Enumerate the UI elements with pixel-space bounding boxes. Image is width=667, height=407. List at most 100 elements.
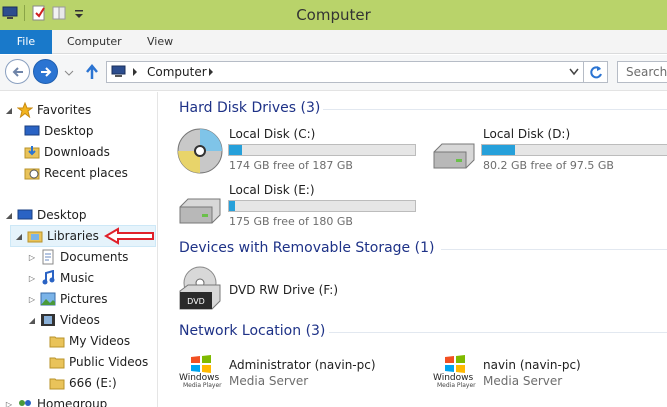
libraries-folder-icon	[27, 228, 43, 244]
arrow-right-icon	[40, 66, 51, 77]
drive-c-usage-bar	[228, 144, 416, 156]
nav-music[interactable]: ▷ Music	[27, 268, 94, 288]
drive-f-name: DVD RW Drive (F:)	[229, 283, 339, 297]
nav-videos[interactable]: ◢ Videos	[27, 310, 100, 330]
nav-music-label: Music	[60, 271, 95, 285]
refresh-icon	[590, 66, 602, 79]
navigation-pane: ◢ Favorites Desktop Downloads Recent pla…	[0, 92, 158, 407]
chevron-down-icon	[64, 70, 74, 76]
wmp-logo-line2: Media Player	[183, 382, 222, 389]
recent-locations-dropdown[interactable]	[64, 67, 74, 81]
nav-documents-label: Documents	[60, 250, 129, 264]
nav-desktop-favorite-label: Desktop	[44, 124, 94, 138]
network-item-administrator-name: Administrator (navin-pc)	[229, 358, 376, 372]
nav-favorites[interactable]: ◢ Favorites	[4, 100, 91, 120]
drive-e-name: Local Disk (E:)	[229, 183, 315, 197]
ribbon-tabs: File Computer View	[0, 30, 667, 54]
breadcrumb-chevron-icon[interactable]	[132, 68, 138, 76]
hard-disk-system-icon	[176, 127, 224, 175]
tab-view[interactable]: View	[147, 30, 173, 54]
tab-file[interactable]: File	[0, 30, 52, 54]
nav-pictures-label: Pictures	[60, 292, 108, 306]
arrow-up-icon	[86, 64, 98, 79]
expand-arrow-icon[interactable]: ▷	[27, 295, 37, 304]
forward-button[interactable]	[33, 59, 58, 84]
group-header-network-location[interactable]: Network Location (3)	[179, 323, 325, 339]
windows-media-player-icon: Windows Media Player	[433, 354, 477, 392]
nav-desktop[interactable]: ◢ Desktop	[4, 205, 87, 225]
title-bar: Computer	[0, 0, 667, 30]
group-divider	[329, 332, 667, 333]
dvd-label: DVD	[187, 297, 205, 306]
nav-pictures[interactable]: ▷ Pictures	[27, 289, 108, 309]
refresh-button[interactable]	[584, 61, 608, 83]
nav-e-drive-label: 666 (E:)	[69, 376, 117, 390]
hard-disk-icon	[176, 197, 224, 225]
collapse-arrow-icon[interactable]: ◢	[14, 232, 24, 241]
collapse-arrow-icon[interactable]: ◢	[4, 211, 14, 220]
group-divider	[323, 109, 667, 110]
content-pane: Hard Disk Drives (3) Local Disk (C:) 174…	[159, 92, 667, 407]
desktop-icon	[24, 123, 40, 139]
nav-desktop-label: Desktop	[37, 208, 87, 222]
network-item-navin-type: Media Server	[483, 374, 563, 388]
computer-icon	[111, 65, 126, 77]
up-button[interactable]	[83, 63, 101, 84]
documents-icon	[40, 249, 56, 265]
music-icon	[40, 269, 56, 286]
nav-public-videos[interactable]: Public Videos	[46, 352, 148, 372]
back-button[interactable]	[5, 59, 30, 84]
drive-d-name: Local Disk (D:)	[483, 127, 571, 141]
nav-recent-places-label: Recent places	[44, 166, 128, 180]
group-divider	[441, 249, 667, 250]
drive-d-free-space: 80.2 GB free of 97.5 GB	[483, 159, 614, 172]
network-item-navin-name: navin (navin-pc)	[483, 358, 581, 372]
search-input[interactable]: Search C	[617, 61, 667, 83]
nav-downloads-label: Downloads	[44, 145, 110, 159]
drive-c-name: Local Disk (C:)	[229, 127, 316, 141]
arrow-left-icon	[12, 66, 23, 77]
folder-icon	[49, 354, 65, 370]
drive-d-usage-fill	[482, 145, 516, 155]
nav-downloads[interactable]: Downloads	[21, 142, 110, 162]
address-history-dropdown-icon[interactable]	[569, 68, 579, 76]
hard-disk-icon	[430, 142, 478, 170]
expand-arrow-icon[interactable]: ▷	[27, 253, 37, 262]
nav-desktop-favorite[interactable]: Desktop	[21, 121, 94, 141]
breadcrumb-computer[interactable]: Computer	[147, 65, 207, 79]
nav-favorites-label: Favorites	[37, 103, 92, 117]
drive-d-usage-bar	[481, 144, 667, 156]
network-item-administrator-type: Media Server	[229, 374, 309, 388]
nav-my-videos[interactable]: My Videos	[46, 331, 130, 351]
nav-my-videos-label: My Videos	[69, 334, 131, 348]
downloads-folder-icon	[24, 144, 40, 160]
drive-e-usage-fill	[229, 201, 235, 211]
nav-public-videos-label: Public Videos	[69, 355, 149, 369]
drive-e-free-space: 175 GB free of 180 GB	[229, 215, 353, 228]
expand-arrow-icon[interactable]: ▷	[4, 400, 14, 407]
group-header-hard-disk-drives[interactable]: Hard Disk Drives (3)	[179, 100, 320, 116]
breadcrumb-chevron-icon[interactable]	[208, 68, 214, 76]
nav-e-drive[interactable]: 666 (E:)	[46, 373, 117, 393]
recent-places-icon	[24, 165, 40, 181]
nav-homegroup-label: Homegroup	[37, 397, 108, 407]
homegroup-icon	[17, 396, 33, 407]
tab-computer[interactable]: Computer	[67, 30, 122, 54]
folder-icon	[49, 333, 65, 349]
collapse-arrow-icon[interactable]: ◢	[4, 106, 14, 115]
star-icon	[16, 101, 34, 119]
expand-arrow-icon[interactable]: ▷	[27, 274, 37, 283]
dvd-drive-icon: DVD	[176, 265, 224, 313]
windows-media-player-icon: Windows Media Player	[179, 354, 223, 392]
nav-homegroup[interactable]: ▷ Homegroup	[4, 394, 107, 407]
address-toolbar: Computer Search C	[0, 55, 667, 91]
nav-recent-places[interactable]: Recent places	[21, 163, 128, 183]
desktop-icon	[17, 207, 33, 223]
drive-c-free-space: 174 GB free of 187 GB	[229, 159, 353, 172]
group-header-removable-storage[interactable]: Devices with Removable Storage (1)	[179, 240, 434, 256]
address-bar[interactable]: Computer	[106, 61, 584, 83]
nav-libraries[interactable]: ◢ Libraries	[14, 226, 99, 246]
nav-documents[interactable]: ▷ Documents	[27, 247, 128, 267]
drive-c-usage-fill	[229, 145, 243, 155]
collapse-arrow-icon[interactable]: ◢	[27, 316, 37, 325]
